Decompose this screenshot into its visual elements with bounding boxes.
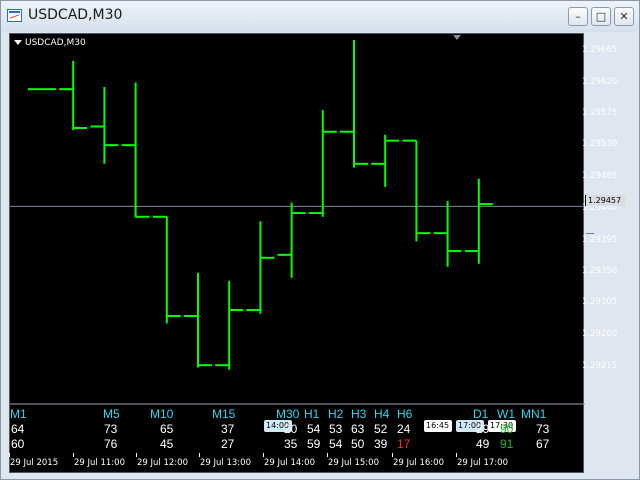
time-tick-label: 29 Jul 12:00 <box>137 458 188 468</box>
ohlc-bar <box>433 201 462 267</box>
tf-label-h3: H3 <box>351 407 367 421</box>
ohlc-bar <box>308 110 337 217</box>
time-tick-label: 29 Jul 15:00 <box>328 458 379 468</box>
ohlc-bar <box>277 202 306 278</box>
price-tick-label: 1.29260 <box>582 329 618 339</box>
tf-label-mn1: MN1 <box>521 407 547 421</box>
time-tick-mark <box>9 453 10 457</box>
ohlc-bar <box>152 215 181 324</box>
tf-value-d1-row1: 29 <box>476 422 490 436</box>
tf-label-m15: M15 <box>212 407 236 421</box>
tf-value-m10-row1: 65 <box>160 422 174 436</box>
tf-value-h2-row2: 54 <box>329 437 343 451</box>
tf-value-h2-row1: 53 <box>329 422 343 436</box>
time-tick-label: 29 Jul 13:00 <box>200 458 251 468</box>
chart-window-icon <box>7 9 22 22</box>
price-tick-label: 1.29305 <box>582 297 618 307</box>
time-tick-mark <box>392 453 393 457</box>
tf-value-m30-row1: 20 <box>284 422 298 436</box>
ohlc-bar <box>371 134 400 187</box>
ohlc-bar <box>402 139 431 242</box>
ohlc-bar <box>215 280 244 370</box>
tf-value-h1-row2: 59 <box>307 437 321 451</box>
price-tick-label: 1.29215 <box>582 361 618 371</box>
tf-value-mn1-row2: 67 <box>536 437 550 451</box>
time-tick-label: 29 Jul 16:00 <box>393 458 444 468</box>
time-tick-label: 29 Jul 2015 <box>10 458 59 468</box>
title-bar[interactable]: USDCAD,M30 – □ ✕ <box>1 1 639 32</box>
time-tick-mark <box>263 453 264 457</box>
time-tick-mark <box>456 453 457 457</box>
price-tick-label: 1.29485 <box>582 171 618 181</box>
tf-value-m15-row2: 27 <box>221 437 235 451</box>
tf-label-h6: H6 <box>397 407 413 421</box>
tf-value-w1-row2: 91 <box>500 437 514 451</box>
tf-value-m1-row1: 64 <box>11 422 25 436</box>
tf-label-h2: H2 <box>328 407 344 421</box>
tf-value-m5-row1: 73 <box>104 422 118 436</box>
tf-value-m5-row2: 76 <box>104 437 118 451</box>
price-tick-label: 1.29350 <box>582 266 618 276</box>
price-chart[interactable]: USDCAD,M30 14:00 16:45 17:00 17:30 M1 M5 M… <box>9 33 594 473</box>
ohlc-bar <box>340 39 368 168</box>
ohlc-bar <box>90 86 119 164</box>
tf-label-m10: M10 <box>150 407 174 421</box>
tf-value-m15-row1: 37 <box>221 422 235 436</box>
tf-value-h3-row2: 50 <box>351 437 365 451</box>
time-axis: 29 Jul 2015 29 Jul 11:00 29 Jul 12:00 29 Ju… <box>9 453 584 472</box>
time-tick-mark <box>327 453 328 457</box>
tf-label-m1: M1 <box>10 407 27 421</box>
price-tick-label: 1.29395 <box>582 235 618 245</box>
tf-value-mn1-row1: 73 <box>536 422 550 436</box>
chart-window: USDCAD,M30 – □ ✕ USDCAD,M30 14:00 16:45 … <box>0 0 640 480</box>
price-tick-label: 1.29665 <box>582 45 618 55</box>
ohlc-bar <box>121 82 150 218</box>
ohlc-bar <box>59 60 88 131</box>
price-tick-label: 1.29620 <box>582 77 618 87</box>
bid-marker <box>586 233 594 234</box>
time-tick-label: 29 Jul 14:00 <box>264 458 315 468</box>
window-title: USDCAD,M30 <box>28 7 123 23</box>
tf-value-h3-row1: 63 <box>351 422 365 436</box>
tf-value-m10-row2: 45 <box>160 437 174 451</box>
tf-value-m30-row2: 35 <box>284 437 298 451</box>
tf-value-h6-row2: 17 <box>397 437 411 451</box>
tf-label-w1: W1 <box>497 407 515 421</box>
tf-label-m5: M5 <box>103 407 120 421</box>
close-button[interactable]: ✕ <box>614 7 634 26</box>
tf-label-d1: D1 <box>473 407 489 421</box>
price-tick-label: 1.29530 <box>582 139 618 149</box>
tf-label-m30: M30 <box>276 407 300 421</box>
tf-value-h4-row2: 39 <box>374 437 388 451</box>
tf-value-h1-row1: 54 <box>307 422 321 436</box>
time-tick-mark <box>136 453 137 457</box>
time-tick-mark <box>73 453 74 457</box>
tf-value-m1-row2: 60 <box>11 437 25 451</box>
maximize-button[interactable]: □ <box>591 7 611 26</box>
price-tick-label: 1.29575 <box>582 108 618 118</box>
tf-value-h4-row1: 52 <box>374 422 388 436</box>
minimize-button[interactable]: – <box>568 7 588 26</box>
tf-value-w1-row1: 90 <box>500 422 514 436</box>
ohlc-bar <box>464 178 493 264</box>
current-price-tag: 1.29457 <box>585 195 625 206</box>
time-tick-label: 29 Jul 17:00 <box>457 458 508 468</box>
ohlc-plot <box>10 39 585 370</box>
time-tick-label: 29 Jul 11:00 <box>74 458 125 468</box>
tf-label-h1: H1 <box>304 407 320 421</box>
time-tick-mark <box>199 453 200 457</box>
ohlc-bar <box>246 221 275 314</box>
tf-value-d1-row2: 49 <box>476 437 490 451</box>
tf-value-h6-row1: 24 <box>397 422 411 436</box>
ohlc-bar <box>184 272 212 368</box>
tf-label-h4: H4 <box>374 407 390 421</box>
